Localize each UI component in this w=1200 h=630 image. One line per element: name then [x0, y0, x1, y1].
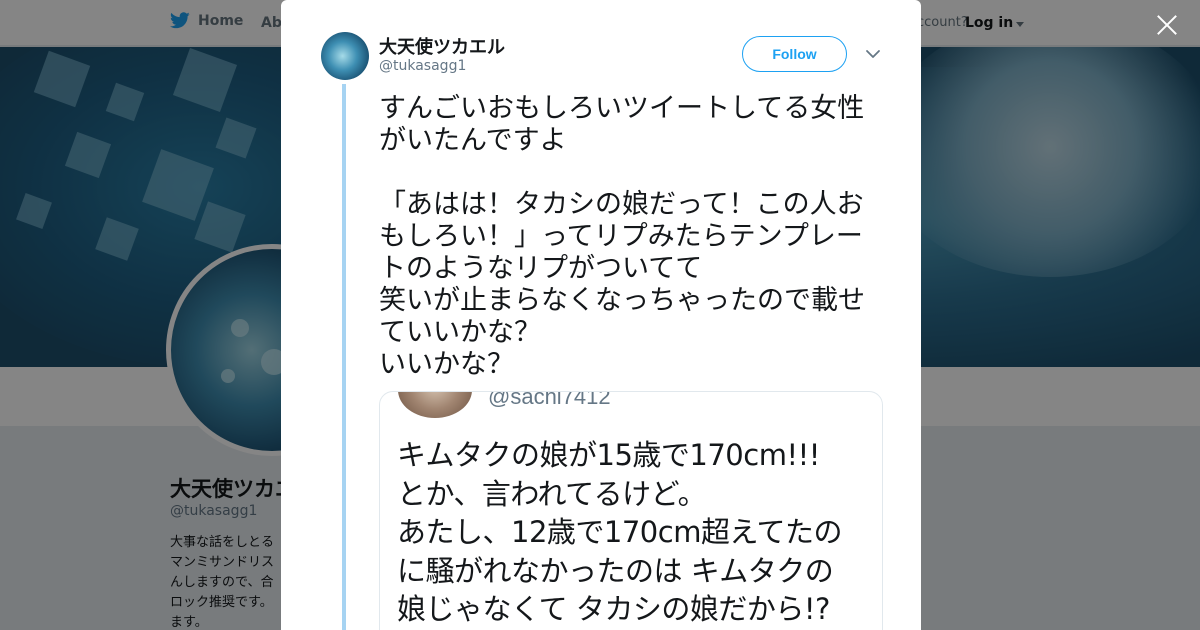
media-text: キムタクの娘が15歳で170cm!!! とか、言われてるけど。 あたし、12歳で…	[397, 438, 843, 626]
media-avatar	[398, 392, 472, 418]
close-icon[interactable]	[1154, 12, 1180, 38]
author-avatar[interactable]	[321, 32, 369, 80]
tweet-media-image[interactable]: @sachi7412 キムタクの娘が15歳で170cm!!! とか、言われてるけ…	[379, 391, 883, 630]
author-name[interactable]: 大天使ツカエル	[379, 33, 505, 59]
chevron-down-icon[interactable]	[865, 47, 881, 61]
follow-button[interactable]: Follow	[742, 36, 847, 72]
tweet-text: すんごいおもしろいツイートしてる女性がいたんですよ 「あはは！タカシの娘だって！…	[379, 93, 865, 380]
thread-line	[342, 84, 346, 630]
author-handle[interactable]: @tukasagg1	[379, 58, 466, 74]
tweet-modal: 大天使ツカエル @tukasagg1 Follow すんごいおもしろいツイートし…	[281, 0, 921, 630]
media-handle: @sachi7412	[488, 391, 611, 409]
